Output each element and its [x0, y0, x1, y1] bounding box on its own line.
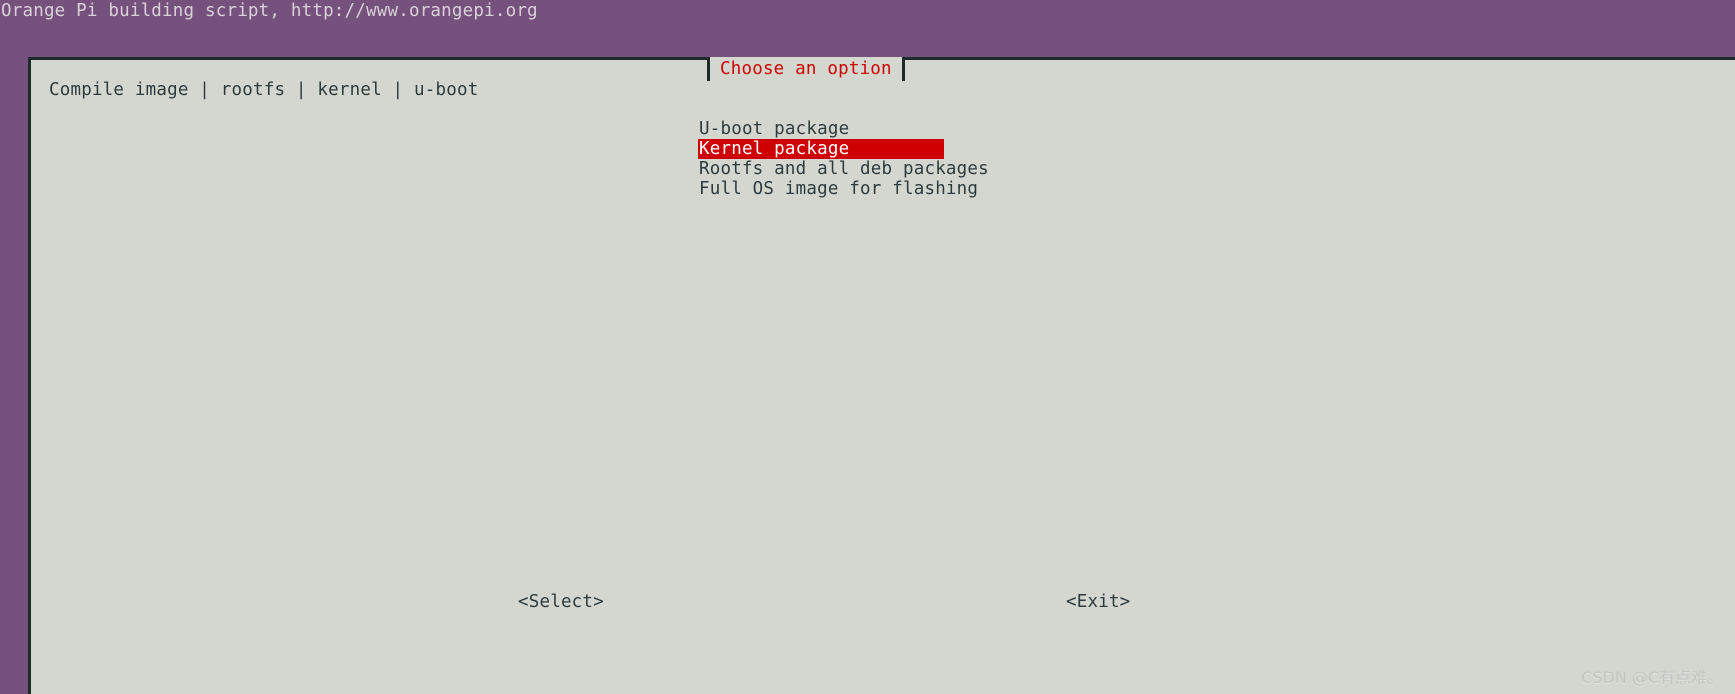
exit-button[interactable]: <Exit>: [1066, 590, 1130, 614]
select-button[interactable]: <Select>: [518, 590, 604, 614]
breadcrumb: Compile image | rootfs | kernel | u-boot: [49, 80, 479, 100]
choose-an-option-dialog: Compile image | rootfs | kernel | u-boot…: [28, 57, 1735, 694]
list-item[interactable]: Full OS image for flashing: [698, 179, 978, 199]
watermark: CSDN @C有点难。: [1581, 668, 1723, 687]
list-item-selected[interactable]: Kernel package: [698, 139, 944, 159]
dialog-button-bar: <Select> <Exit>: [31, 590, 1721, 614]
option-list: U-boot package Kernel package Rootfs and…: [698, 119, 989, 199]
terminal-banner: Orange Pi building script, http://www.or…: [1, 1, 538, 21]
terminal-screen: Orange Pi building script, http://www.or…: [0, 0, 1735, 694]
list-item[interactable]: U-boot package: [698, 119, 944, 139]
list-item[interactable]: Rootfs and all deb packages: [698, 159, 989, 179]
